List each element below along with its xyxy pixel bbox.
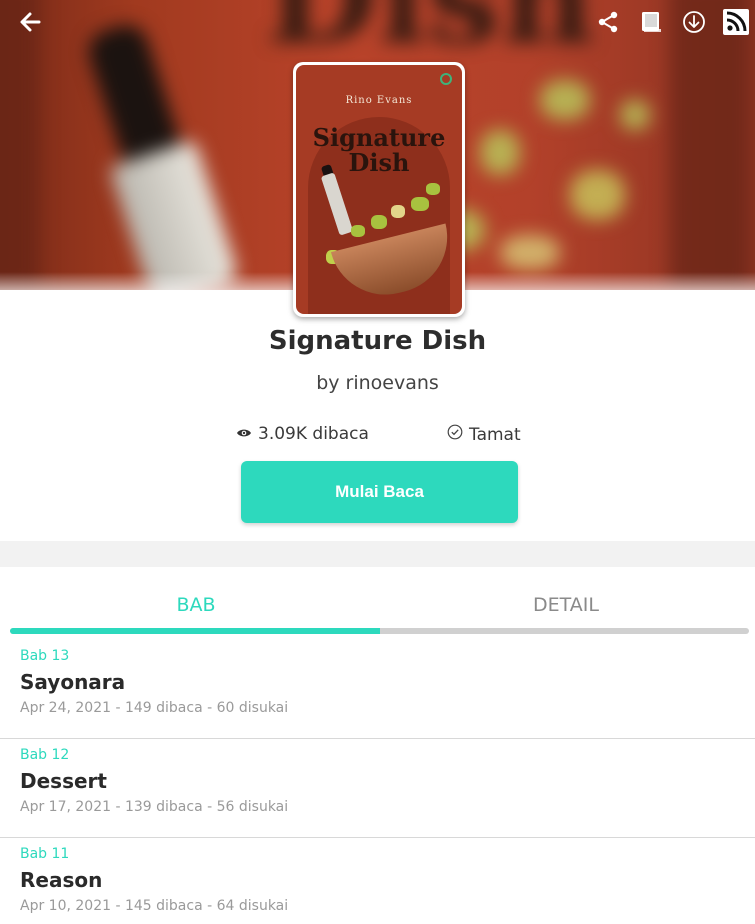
chapter-title: Reason <box>20 868 103 892</box>
chapter-number: Bab 13 <box>20 648 70 664</box>
eye-icon <box>236 424 252 444</box>
list-item[interactable]: Bab 13 Sayonara Apr 24, 2021 - 149 dibac… <box>0 640 755 739</box>
chapter-meta: Apr 10, 2021 - 145 dibaca - 64 disukai <box>20 898 289 914</box>
cover-title-line1: Signature <box>312 123 446 152</box>
chapter-title: Dessert <box>20 769 107 793</box>
book-cover-art: Rino Evans Signature Dish <box>296 65 462 314</box>
book-cover[interactable]: Rino Evans Signature Dish <box>293 62 465 317</box>
book-title: Signature Dish <box>268 326 487 356</box>
rss-icon[interactable] <box>722 8 750 36</box>
cover-title-line2: Dish <box>348 148 410 177</box>
tab-bab[interactable]: BAB <box>10 594 382 616</box>
check-circle-icon <box>447 424 463 445</box>
chapter-number: Bab 11 <box>20 846 70 862</box>
section-divider <box>0 541 755 567</box>
completion-status: Tamat <box>447 424 521 445</box>
tab-indicator-active <box>10 628 380 634</box>
list-item[interactable]: Bab 12 Dessert Apr 17, 2021 - 139 dibaca… <box>0 739 755 838</box>
chapter-list: Bab 13 Sayonara Apr 24, 2021 - 149 dibac… <box>0 640 755 924</box>
cover-author: Rino Evans <box>345 95 413 106</box>
list-item[interactable]: Bab 11 Reason Apr 10, 2021 - 145 dibaca … <box>0 838 755 924</box>
share-icon[interactable] <box>594 8 622 36</box>
read-count-text: 3.09K dibaca <box>258 424 369 444</box>
start-reading-button[interactable]: Mulai Baca <box>241 461 518 523</box>
download-icon[interactable] <box>680 8 708 36</box>
publisher-logo-icon <box>440 73 452 85</box>
book-icon[interactable] <box>637 8 665 36</box>
chapter-title: Sayonara <box>20 670 126 694</box>
back-arrow-icon[interactable] <box>16 8 44 36</box>
top-bar <box>0 0 755 44</box>
tab-detail[interactable]: DETAIL <box>380 594 752 616</box>
book-author-link[interactable]: by rinoevans <box>0 372 755 394</box>
chapter-meta: Apr 17, 2021 - 139 dibaca - 56 disukai <box>20 799 289 815</box>
read-count: 3.09K dibaca <box>236 424 369 444</box>
chapter-meta: Apr 24, 2021 - 149 dibaca - 60 disukai <box>20 700 289 716</box>
chapter-number: Bab 12 <box>20 747 70 763</box>
status-text: Tamat <box>469 424 521 445</box>
